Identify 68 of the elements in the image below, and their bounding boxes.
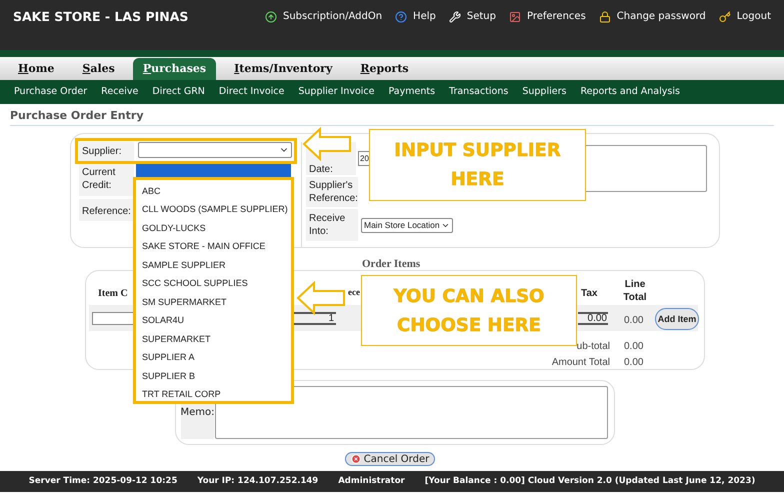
lock-icon bbox=[598, 10, 611, 22]
dropdown-option[interactable]: SUPPLIER A bbox=[142, 351, 195, 364]
header-link[interactable]: Subscription/AddOn bbox=[264, 9, 382, 24]
main-tab[interactable]: Sales bbox=[72, 58, 125, 80]
supplier-reference-label: Supplier's Reference: bbox=[306, 177, 358, 207]
total-label: ub-total bbox=[576, 340, 610, 354]
wrench-icon bbox=[448, 10, 461, 22]
receive-into-label: Receive Into: bbox=[306, 209, 358, 241]
callout-arrow bbox=[296, 281, 346, 315]
footer-text: [Your Balance : 0.00] Cloud Version 2.0 (Updated Last June 12, 2023) bbox=[424, 475, 756, 488]
sub-nav-link[interactable]: Payments bbox=[388, 84, 436, 100]
dropdown-option[interactable]: SUPPLIER B bbox=[142, 370, 196, 383]
upload-icon bbox=[264, 10, 277, 22]
picture-icon bbox=[508, 10, 521, 22]
receive-into-select[interactable]: Main Store Location bbox=[361, 218, 453, 232]
dropdown-option[interactable]: SM SUPERMARKET bbox=[142, 296, 227, 309]
sub-nav-link[interactable]: Supplier Invoice bbox=[298, 84, 374, 100]
dropdown-option[interactable]: ABC bbox=[142, 184, 161, 198]
dropdown-option[interactable]: GOLDY-LUCKS bbox=[142, 222, 206, 235]
header-link[interactable]: Help bbox=[395, 9, 436, 24]
order-items-title: Order Items bbox=[362, 258, 420, 270]
dropdown-option[interactable]: SCC SCHOOL SUPPLIES bbox=[142, 277, 248, 290]
footer-text: Administrator bbox=[338, 475, 405, 488]
sub-nav-link[interactable]: Direct GRN bbox=[152, 84, 205, 100]
sub-nav-link[interactable]: Direct Invoice bbox=[218, 84, 284, 100]
cancel-icon bbox=[350, 454, 361, 464]
line-total: 0.00 bbox=[624, 314, 644, 328]
add-item-button[interactable]: Add Item bbox=[655, 308, 699, 330]
column-header: Item C bbox=[98, 287, 128, 301]
store-title: SAKE STORE - LAS PINAS bbox=[13, 8, 188, 26]
footer-text: Your IP: 124.107.252.149 bbox=[197, 475, 318, 488]
header-link[interactable]: Preferences bbox=[508, 9, 586, 24]
header-link[interactable]: Logout bbox=[718, 9, 771, 24]
supplier-select[interactable] bbox=[138, 142, 292, 158]
total-value: 0.00 bbox=[624, 340, 644, 354]
main-tab[interactable]: Reports bbox=[350, 58, 419, 80]
column-header: Tax bbox=[581, 287, 598, 301]
main-tab[interactable]: Home bbox=[8, 58, 64, 80]
key-icon bbox=[718, 10, 731, 22]
sub-nav-link[interactable]: Receive bbox=[101, 84, 138, 100]
reference-label: Reference: bbox=[79, 199, 134, 221]
callout-text: YOU CAN ALSO CHOOSE HERE bbox=[392, 284, 546, 338]
main-tab[interactable]: Items/Inventory bbox=[224, 58, 342, 80]
sub-nav-link[interactable]: Transactions bbox=[449, 84, 508, 100]
cancel-order-button[interactable]: Cancel Order bbox=[344, 452, 436, 466]
footer-text: Server Time: 2025-09-12 10:25 bbox=[28, 475, 178, 488]
main-tab[interactable]: Purchases bbox=[132, 58, 216, 80]
dropdown-option[interactable]: SUPERMARKET bbox=[142, 332, 211, 346]
column-header: ece bbox=[348, 286, 360, 299]
dropdown-option[interactable]: CLL WOODS (SAMPLE SUPPLIER) bbox=[142, 203, 288, 216]
total-value: 0.00 bbox=[624, 356, 644, 370]
current-credit-label: Current Credit: bbox=[79, 164, 134, 196]
total-label: Amount Total bbox=[552, 356, 610, 370]
callout-arrow bbox=[302, 127, 352, 161]
dropdown-option[interactable]: SAKE STORE - MAIN OFFICE bbox=[142, 240, 266, 254]
callout-text: INPUT SUPPLIER HERE bbox=[393, 139, 562, 192]
header-link[interactable]: Setup bbox=[448, 9, 496, 24]
sub-nav-link[interactable]: Purchase Order bbox=[14, 84, 88, 100]
dropdown-option[interactable]: SOLAR4U bbox=[142, 314, 184, 328]
dropdown-option[interactable]: SAMPLE SUPPLIER bbox=[142, 258, 226, 272]
help-icon bbox=[395, 10, 408, 22]
header-link[interactable]: Change password bbox=[598, 9, 706, 24]
sub-nav-link[interactable]: Suppliers bbox=[522, 84, 566, 100]
date-label: Date: bbox=[309, 164, 333, 175]
supplier-label: Supplier: bbox=[79, 142, 134, 161]
sub-nav-link[interactable]: Reports and Analysis bbox=[580, 84, 680, 100]
column-header: Line Total bbox=[622, 278, 648, 304]
page-title: Purchase Order Entry bbox=[10, 109, 144, 122]
